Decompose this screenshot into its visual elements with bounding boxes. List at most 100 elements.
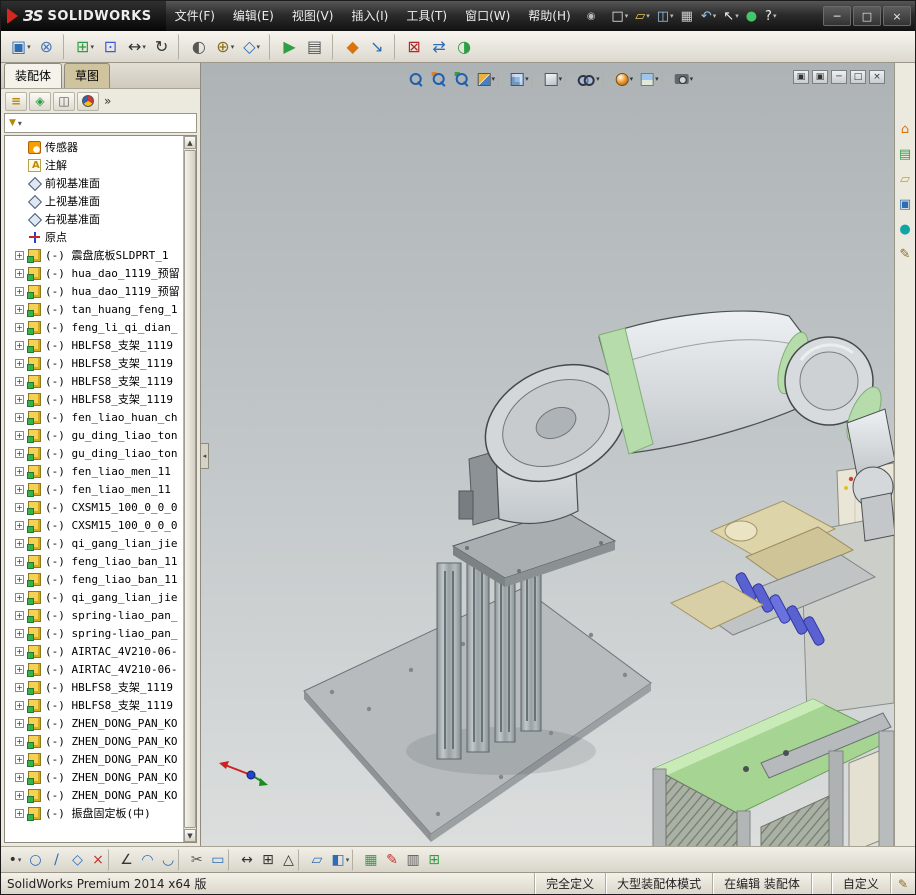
home-icon[interactable]: ⌂ [897,121,914,138]
expand-icon[interactable]: + [15,251,24,260]
explode-line-sketch-icon[interactable]: ↘ [366,34,394,60]
menubar-item[interactable]: 帮助(H) [519,1,579,31]
tree-item[interactable]: + (-) ZHEN_DONG_PAN_KO [5,768,183,786]
apply-scene-icon[interactable]: ▾ [638,71,663,88]
evaluate-icon[interactable]: ▦ [361,849,381,871]
reference-plane-icon[interactable]: ▱ [307,849,327,871]
insert-components-icon[interactable]: ▣ ▾ [7,34,35,60]
smart-fasteners-icon[interactable]: ⊡ [99,34,123,60]
expand-icon[interactable]: + [15,377,24,386]
expand-icon[interactable]: + [15,647,24,656]
graphics-area[interactable]: ▾ ▾ ▾ ▾ [201,63,915,846]
tree-item[interactable]: + (-) HBLFS8_支架_1119 [5,336,183,354]
design-library-icon[interactable]: ▤ [897,146,914,163]
mate-icon[interactable]: ⊗ [36,34,64,60]
propertymanager-tab-icon[interactable]: ◈ [29,92,51,111]
move-component-icon[interactable]: ↔ ▾ [124,34,150,60]
tree-item[interactable]: + (-) 震盘底板SLDPRT_1 [5,246,183,264]
maximize-button[interactable]: □ [853,6,881,26]
linear-pattern-icon[interactable]: ⊞ [258,849,278,871]
expand-icon[interactable]: + [15,773,24,782]
expand-icon[interactable]: + [15,449,24,458]
select-arrow-icon[interactable]: ↖ ▾ [720,4,741,28]
previous-view-icon[interactable] [452,70,473,88]
expand-icon[interactable]: + [15,305,24,314]
save-icon[interactable]: ◫ ▾ [654,4,677,28]
tree-scrollbar[interactable]: ▲ ▼ [183,136,196,842]
tree-item[interactable]: + (-) qi_gang_lian_jie [5,588,183,606]
view-settings-icon[interactable]: ▾ [672,72,697,86]
tree-item[interactable]: + (-) ZHEN_DONG_PAN_KO [5,750,183,768]
assembly-visualization-icon[interactable]: ◑ [453,34,477,60]
section-display-icon[interactable]: ▥ [403,849,423,871]
tree-item[interactable]: + (-) fen_liao_men_11 [5,462,183,480]
expand-icon[interactable]: + [15,395,24,404]
tree-item[interactable]: + 注解 [5,156,183,174]
view-orientation-icon[interactable]: ▾ [508,71,533,88]
status-edit-icon[interactable]: ✎ [890,873,915,894]
tree-item[interactable]: + 右视基准面 [5,210,183,228]
expand-icon[interactable]: + [15,665,24,674]
expand-icon[interactable]: + [15,557,24,566]
appearances-icon[interactable]: ● [897,221,914,238]
zoom-area-icon[interactable] [429,70,450,88]
expand-icon[interactable]: + [15,323,24,332]
tree-item[interactable]: + (-) spring-liao_pan_ [5,624,183,642]
markup-icon[interactable]: ✎ [382,849,402,871]
tab-assembly[interactable]: 装配体 [4,63,62,88]
expand-icon[interactable]: + [15,593,24,602]
tree-item[interactable]: + (-) HBLFS8_支架_1119 [5,372,183,390]
configurationmanager-tab-icon[interactable]: ◫ [53,92,75,111]
print-icon[interactable]: ▦ [678,4,697,28]
tree-item[interactable]: + (-) fen_liao_men_11 [5,480,183,498]
expand-icon[interactable]: + [15,791,24,800]
tree-item[interactable]: + (-) HBLFS8_支架_1119 [5,390,183,408]
expand-icon[interactable]: + [15,485,24,494]
arc-tool-icon[interactable]: ◠ [138,849,158,871]
doc-close-button[interactable]: × [869,70,885,84]
tree-item[interactable]: + (-) spring-liao_pan_ [5,606,183,624]
tree-item[interactable]: + 上视基准面 [5,192,183,210]
tree-item[interactable]: + 原点 [5,228,183,246]
featuremanager-tab-icon[interactable]: ≡ [5,92,27,111]
tree-item[interactable]: + 前视基准面 [5,174,183,192]
corner-rectangle-icon[interactable]: ▭ [208,849,229,871]
filter-bar[interactable]: ▼ ▾ [4,113,197,133]
open-document-icon[interactable]: ▱ ▾ [632,4,653,28]
tree-item[interactable]: + (-) hua_dao_1119_预留 [5,264,183,282]
new-motion-study-icon[interactable]: ▶ [278,34,302,60]
expand-icon[interactable]: + [15,719,24,728]
clearance-verification-icon[interactable]: ⇄ [428,34,452,60]
tree-item[interactable]: + (-) fen_liao_huan_ch [5,408,183,426]
expand-icon[interactable]: + [15,701,24,710]
scroll-thumb[interactable] [184,150,196,828]
angle-tool-icon[interactable]: ∠ [117,849,137,871]
tree-item[interactable]: + (-) ZHEN_DONG_PAN_KO [5,714,183,732]
tree-item[interactable]: + (-) HBLFS8_支架_1119 [5,696,183,714]
extruded-boss-icon[interactable]: ◧ ▾ [328,849,353,871]
machine-frame[interactable] [653,463,894,846]
show-hidden-components-icon[interactable]: ◐ [187,34,211,60]
expand-icon[interactable]: + [15,809,24,818]
design-table-icon[interactable]: ⊞ [425,849,445,871]
view-palette-icon[interactable]: ▣ [897,196,914,213]
expand-icon[interactable]: + [15,611,24,620]
tree-item[interactable]: + (-) CXSM15_100_0_0_0 [5,516,183,534]
expand-icon[interactable]: + [15,539,24,548]
tree-item[interactable]: + (-) gu_ding_liao_ton [5,444,183,462]
tree-item[interactable]: + (-) gu_ding_liao_ton [5,426,183,444]
expand-icon[interactable]: + [15,503,24,512]
file-explorer-icon[interactable]: ▱ [897,171,914,188]
hide-show-items-icon[interactable]: ▾ [575,73,604,86]
expand-icon[interactable]: + [15,575,24,584]
smart-dimension-icon[interactable]: ↔ [237,849,257,871]
tree-item[interactable]: + (-) ZHEN_DONG_PAN_KO [5,732,183,750]
expand-icon[interactable]: + [15,521,24,530]
tree-item[interactable]: + (-) HBLFS8_支架_1119 [5,354,183,372]
expand-icon[interactable]: + [15,341,24,350]
tree-item[interactable]: + 传感器 [5,138,183,156]
displaymanager-tab-icon[interactable] [77,92,99,111]
rebuild-icon[interactable]: ● [743,4,761,28]
interference-detection-icon[interactable]: ⊠ [403,34,427,60]
tree-item[interactable]: + (-) CXSM15_100_0_0_0 [5,498,183,516]
